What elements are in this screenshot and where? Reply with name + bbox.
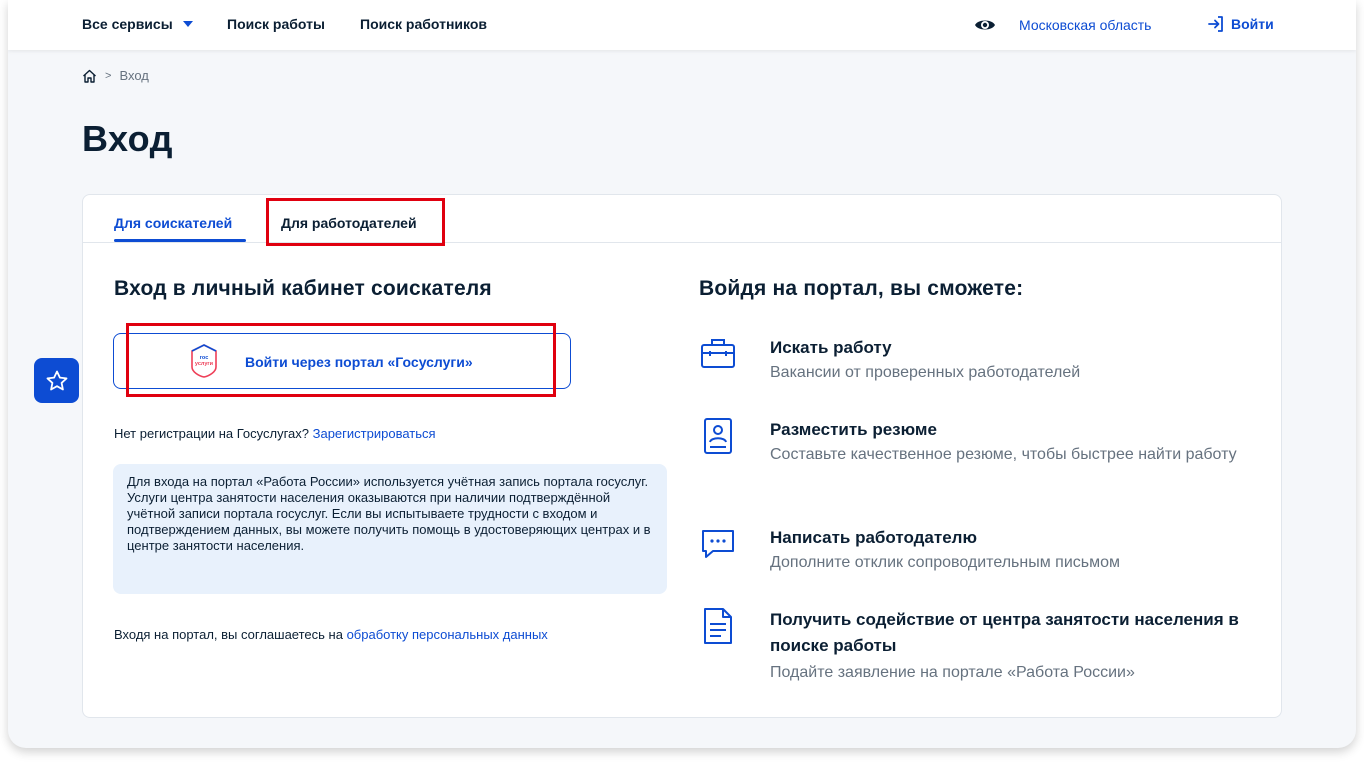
benefit-title: Получить содействие от центра занятости … <box>770 610 1239 655</box>
consent-label: Входя на портал, вы соглашаетесь на <box>114 627 343 642</box>
highlight-frame-tab <box>266 198 445 246</box>
active-tab-indicator <box>114 239 246 242</box>
app-frame: Все сервисы Поиск работы Поиск работнико… <box>8 0 1356 748</box>
benefit-item: Искать работу Вакансии от проверенных ра… <box>699 335 1259 385</box>
login-card: Для соискателей Для работодателей Вход в… <box>82 194 1282 718</box>
chat-icon <box>702 530 734 558</box>
home-icon[interactable] <box>82 69 97 83</box>
benefit-title: Искать работу <box>770 338 892 357</box>
nav-job-search[interactable]: Поиск работы <box>227 16 325 32</box>
benefit-description: Вакансии от проверенных работодателей <box>770 364 1081 381</box>
breadcrumb: > Вход <box>82 68 149 83</box>
eye-icon[interactable] <box>974 17 996 33</box>
benefit-description: Дополните отклик сопроводительным письмо… <box>770 554 1120 571</box>
favorites-button[interactable] <box>34 358 79 403</box>
top-header: Все сервисы Поиск работы Поиск работнико… <box>8 0 1356 50</box>
benefit-title: Написать работодателю <box>770 528 977 547</box>
no-registration-label: Нет регистрации на Госуслугах? <box>114 426 309 441</box>
all-services-label: Все сервисы <box>82 16 173 32</box>
star-icon <box>46 370 67 390</box>
login-label: Войти <box>1231 16 1274 32</box>
consent-text: Входя на портал, вы соглашаетесь на обра… <box>114 627 548 642</box>
all-services-menu[interactable]: Все сервисы <box>82 16 193 32</box>
no-registration-text: Нет регистрации на Госуслугах? Зарегистр… <box>114 426 436 441</box>
document-icon <box>704 608 732 644</box>
resume-icon <box>704 418 732 454</box>
chevron-down-icon <box>182 21 193 27</box>
benefit-item: Получить содействие от центра занятости … <box>699 607 1259 687</box>
register-link[interactable]: Зарегистрироваться <box>313 426 436 441</box>
benefit-item: Написать работодателю Дополните отклик с… <box>699 525 1259 575</box>
login-icon <box>1208 16 1223 32</box>
benefit-description: Составьте качественное резюме, чтобы быс… <box>770 446 1237 463</box>
benefit-description: Подайте заявление на портале «Работа Рос… <box>770 664 1135 681</box>
briefcase-icon <box>701 339 735 368</box>
highlight-frame-button <box>126 323 556 397</box>
page-title: Вход <box>82 118 174 159</box>
breadcrumb-separator: > <box>105 69 112 82</box>
benefit-title: Разместить резюме <box>770 420 937 439</box>
nav-worker-search[interactable]: Поиск работников <box>360 16 487 32</box>
tab-job-seekers[interactable]: Для соискателей <box>114 215 232 231</box>
benefits-heading: Войдя на портал, вы сможете: <box>699 277 1024 300</box>
region-selector[interactable]: Московская область <box>1019 17 1151 33</box>
personal-data-link[interactable]: обработку персональных данных <box>347 627 548 642</box>
info-notice: Для входа на портал «Работа России» испо… <box>113 464 667 594</box>
tab-bar: Для соискателей Для работодателей <box>83 195 1281 246</box>
login-heading: Вход в личный кабинет соискателя <box>114 277 492 300</box>
breadcrumb-current: Вход <box>119 68 149 83</box>
benefit-item: Разместить резюме Составьте качественное… <box>699 417 1259 493</box>
login-button[interactable]: Войти <box>1207 15 1274 33</box>
